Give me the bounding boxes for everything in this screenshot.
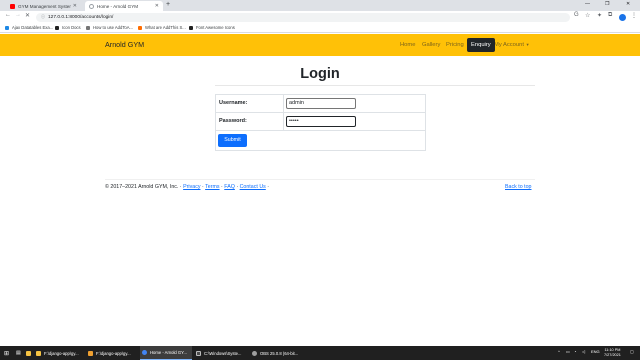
taskbar-item[interactable]: C:\Windows\Syste... (194, 346, 246, 360)
extensions-icon[interactable]: ✦ (597, 12, 602, 19)
back-arrow-icon[interactable]: ← (5, 12, 11, 18)
title-divider (215, 85, 535, 86)
password-label: Password: (219, 118, 247, 124)
battery-icon[interactable]: ▭ (566, 349, 570, 354)
chrome-icon (142, 350, 147, 355)
taskbar-label: Home - Arnold GY... (150, 350, 187, 355)
notifications-icon[interactable]: ▢ (630, 349, 634, 354)
sublime-icon (88, 350, 93, 356)
google-lens-icon[interactable]: G (574, 12, 579, 18)
task-view-icon[interactable]: ▤ (14, 346, 23, 360)
taskbar-item-chrome[interactable]: Home - Arnold GY... (140, 346, 192, 360)
bookmark-item[interactable]: How to use AddToA... (86, 25, 133, 30)
bookmark-label: What are AddThis S... (145, 25, 186, 30)
clock-date: 7/27/2021 (604, 353, 621, 357)
address-url: 127.0.0.1:8000/accounts/login/ (48, 14, 114, 20)
caret-down-icon: ▼ (525, 42, 530, 47)
tab-title: GYM Management System in Dj... (18, 3, 71, 9)
terms-link[interactable]: Terms (205, 184, 219, 190)
bookmark-item[interactable]: Font Awesome Icons (189, 25, 235, 30)
loading-favicon-icon (89, 3, 94, 9)
nav-pricing-link[interactable]: Pricing (446, 42, 464, 48)
address-bar[interactable]: ⓘ 127.0.0.1:8000/accounts/login/ (36, 12, 570, 22)
privacy-link[interactable]: Privacy (183, 184, 200, 190)
footer-divider (105, 179, 535, 180)
browser-tab-gym-management[interactable]: GYM Management System in Dj... ✕ (6, 1, 81, 11)
forward-arrow-icon[interactable]: → (15, 12, 21, 18)
login-form: Username: admin Password: ••••• Submit (215, 94, 426, 151)
system-clock[interactable]: 11:10 PM 7/27/2021 (604, 348, 621, 358)
password-input[interactable]: ••••• (286, 116, 356, 127)
password-row: Password: ••••• (216, 113, 425, 131)
close-tab-icon[interactable]: ✕ (155, 3, 159, 9)
back-to-top-link[interactable]: Back to top (505, 184, 532, 190)
bookmark-item[interactable]: Ajax Datatables Exa... (5, 25, 53, 30)
taskbar-label: F:\django-app\gy... (96, 350, 131, 356)
nav-account-label: My Account (494, 42, 524, 48)
extension-puzzle-icon[interactable]: ⧉ (608, 12, 612, 19)
taskbar-item[interactable]: OBS 25.0.8 (64-bit... (250, 346, 302, 360)
bookmark-label: How to use AddToA... (93, 25, 134, 30)
profile-avatar[interactable] (619, 13, 626, 21)
bookmark-favicon-icon (55, 25, 59, 30)
cmd-icon (196, 350, 201, 356)
taskbar-label: F:\django-app\gy... (44, 350, 79, 356)
new-tab-icon[interactable]: + (166, 1, 170, 8)
bookmark-favicon-icon (86, 25, 90, 30)
network-icon[interactable]: ◔ (574, 349, 576, 354)
bookmark-star-icon[interactable]: ☆ (585, 12, 590, 19)
youtube-favicon-icon (10, 3, 15, 9)
contact-us-link[interactable]: Contact Us (240, 184, 266, 190)
nav-enquiry-link[interactable]: Enquiry (467, 38, 495, 52)
taskbar-label: C:\Windows\Syste... (204, 350, 242, 356)
submit-row: Submit (216, 131, 425, 151)
submit-button[interactable]: Submit (218, 134, 247, 147)
stop-loading-icon[interactable]: ✕ (25, 12, 30, 19)
bookmark-favicon-icon (189, 25, 193, 30)
bookmark-item[interactable]: Icon Docs (55, 25, 81, 30)
menu-dots-icon[interactable]: ⋮ (631, 12, 637, 19)
bookmark-label: Ajax Datatables Exa... (12, 25, 54, 30)
window-close-icon[interactable]: ✕ (626, 1, 630, 7)
obs-icon (252, 350, 257, 356)
faq-link[interactable]: FAQ (224, 184, 235, 190)
browser-tab-home-arnold-gym[interactable]: Home - Arnold GYM ✕ (85, 1, 163, 11)
bookmark-favicon-icon (5, 25, 9, 30)
brand-link[interactable]: Arnold GYM (105, 40, 144, 49)
bookmark-label: Icon Docs (62, 25, 81, 30)
browser-tabstrip: GYM Management System in Dj... ✕ Home - … (0, 0, 640, 11)
minimize-icon[interactable]: — (585, 1, 590, 7)
taskbar-label: OBS 25.0.8 (64-bit... (260, 350, 299, 356)
taskbar-item[interactable]: F:\django-app\gy... (86, 346, 136, 360)
info-icon[interactable]: ⓘ (41, 14, 45, 20)
footer-copyright: © 2017–2021 Arnold GYM, Inc. · Privacy ·… (105, 184, 270, 190)
nav-gallery-link[interactable]: Gallery (422, 42, 440, 48)
username-row: Username: admin (216, 95, 425, 113)
windows-taskbar: ⊞ ▤ F:\django-app\gy... F:\django-app\gy… (0, 346, 640, 360)
copyright-text: © 2017–2021 Arnold GYM, Inc. · (105, 184, 182, 190)
username-input[interactable]: admin (286, 98, 356, 109)
site-navbar: Arnold GYM Home Gallery Pricing Enquiry … (0, 34, 640, 56)
folder-icon (36, 350, 41, 356)
close-tab-icon[interactable]: ✕ (73, 3, 77, 9)
bookmark-item[interactable]: What are AddThis S... (138, 25, 186, 30)
nav-home-link[interactable]: Home (400, 42, 415, 48)
page-title: Login (300, 66, 340, 82)
bookmark-label: Font Awesome Icons (196, 25, 235, 30)
volume-icon[interactable]: ◁ (582, 349, 585, 354)
tab-title: Home - Arnold GYM (97, 3, 139, 9)
bookmark-favicon-icon (138, 25, 142, 30)
windows-start-icon[interactable]: ⊞ (2, 346, 11, 360)
nav-my-account-dropdown[interactable]: My Account ▼ (494, 42, 530, 48)
tray-chevron-icon[interactable]: ^ (558, 349, 560, 354)
taskbar-item[interactable]: F:\django-app\gy... (34, 346, 84, 360)
maximize-icon[interactable]: ❐ (605, 1, 609, 7)
browser-toolbar: ← → ✕ ⓘ 127.0.0.1:8000/accounts/login/ G… (0, 11, 640, 23)
username-label: Username: (219, 100, 248, 106)
language-indicator[interactable]: ENG (591, 349, 600, 354)
bookmarks-bar: Ajax Datatables Exa... Icon Docs How to … (0, 23, 640, 33)
